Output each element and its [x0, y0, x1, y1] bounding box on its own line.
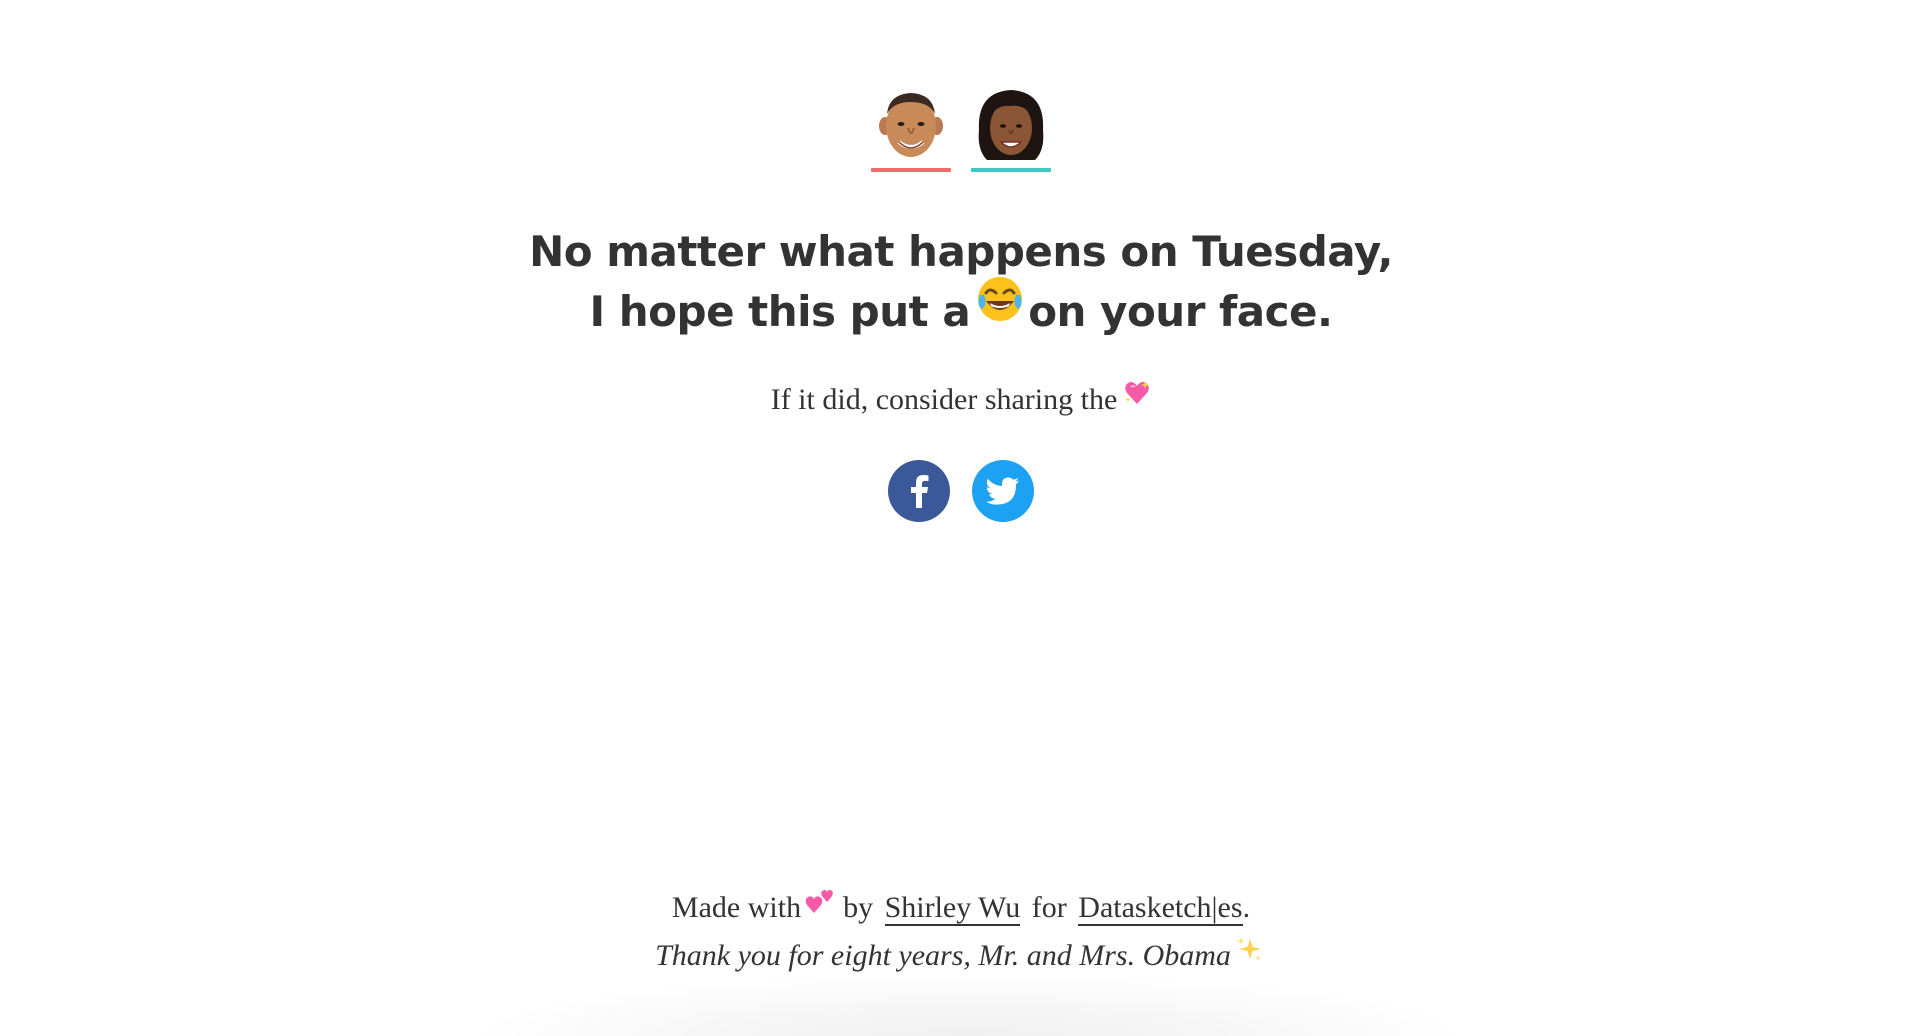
two-hearts-icon	[805, 884, 835, 928]
facebook-icon	[911, 475, 929, 508]
headline-line-1: No matter what happens on Tuesday,	[529, 227, 1393, 276]
michelle-underline	[971, 168, 1051, 172]
barack-face-button[interactable]	[871, 84, 951, 172]
twitter-icon	[986, 477, 1019, 505]
footer-period: .	[1242, 891, 1251, 924]
bottom-shadow	[480, 976, 1460, 1036]
page: No matter what happens on Tuesday, I hop…	[0, 0, 1922, 1036]
facebook-share-button[interactable]	[888, 460, 950, 522]
face-with-tears-of-joy-icon	[976, 275, 1024, 339]
michelle-face-icon	[978, 90, 1044, 160]
footer: Made with by Shirley Wu for Datasketch|e…	[0, 886, 1922, 980]
sparkling-heart-icon	[1123, 378, 1151, 418]
footer-by: by	[843, 891, 874, 924]
footer-made-with: Made with	[671, 891, 802, 924]
headline: No matter what happens on Tuesday, I hop…	[0, 222, 1922, 347]
thanks-line: Thank you for eight years, Mr. and Mrs. …	[0, 934, 1922, 980]
datasketches-link[interactable]: Datasketch|es	[1078, 891, 1243, 926]
headline-line-2-after: on your face.	[1028, 287, 1333, 336]
twitter-share-button[interactable]	[972, 460, 1034, 522]
barack-underline	[871, 168, 951, 172]
headline-line-2: I hope this put a on your face.	[0, 276, 1922, 347]
sparkles-icon	[1235, 932, 1263, 976]
michelle-face-button[interactable]	[971, 84, 1051, 172]
footer-for: for	[1031, 891, 1067, 924]
face-selector	[0, 84, 1922, 172]
headline-line-2-before: I hope this put a	[589, 287, 971, 336]
thanks-text: Thank you for eight years, Mr. and Mrs. …	[655, 939, 1231, 973]
share-prompt: If it did, consider sharing the	[0, 380, 1922, 422]
share-prompt-text: If it did, consider sharing the	[770, 383, 1118, 416]
social-share-buttons	[0, 460, 1922, 522]
barack-face-icon	[879, 93, 943, 157]
shirley-wu-link[interactable]: Shirley Wu	[884, 891, 1021, 926]
